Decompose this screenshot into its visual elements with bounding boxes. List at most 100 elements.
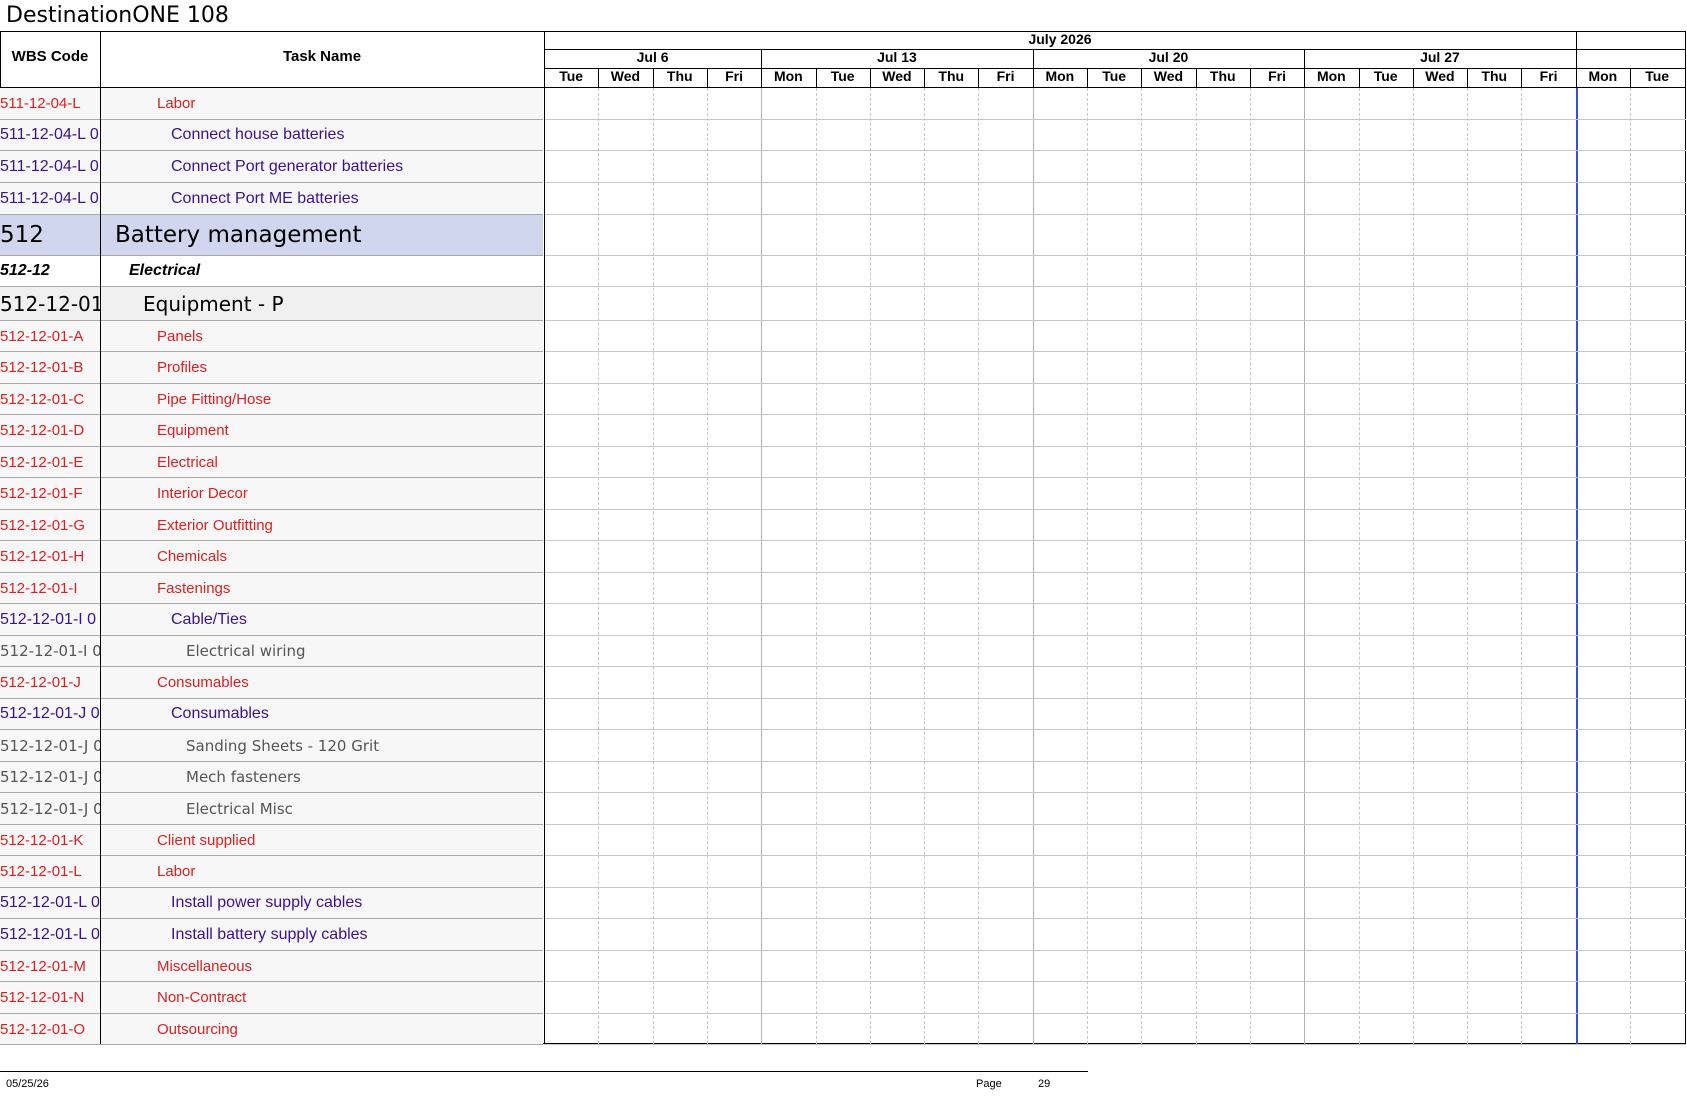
task-row[interactable]: 511-12-04-L 0 Connect Port generator batt…: [0, 151, 543, 183]
week-label: Jul 13: [877, 49, 917, 65]
row-gridline: [544, 414, 1686, 415]
task-row[interactable]: 511-12-04-L Labor: [0, 88, 543, 120]
wbs-code-cell: 512-12-01-J: [0, 674, 81, 691]
row-gridline: [544, 698, 1686, 699]
day-label: Thu: [938, 68, 965, 84]
wbs-code-cell: 512-12-01-J 01: [0, 799, 100, 818]
task-row[interactable]: 512-12-01-I Fastenings: [0, 573, 543, 604]
task-row[interactable]: 512-12-01-J 01 Sanding Sheets - 120 Grit: [0, 730, 543, 762]
day-label: Tue: [1373, 68, 1398, 84]
task-name-cell: Pipe Fitting/Hose: [157, 390, 272, 408]
wbs-code-cell: 511-12-04-L 0: [0, 126, 99, 143]
row-gridline: [544, 119, 1686, 120]
task-name-cell: Equipment: [157, 422, 229, 439]
task-row[interactable]: 512 Battery management: [0, 215, 543, 256]
task-name-cell: Non-Contract: [157, 989, 247, 1006]
day-label: Fri: [725, 68, 743, 84]
day-label: Wed: [1153, 68, 1184, 84]
task-row[interactable]: 512-12-01-C Pipe Fitting/Hose: [0, 384, 543, 415]
task-row[interactable]: 512-12-01-A Panels: [0, 321, 543, 352]
task-name-cell: Panels: [157, 327, 203, 345]
task-row[interactable]: 511-12-04-L 0 Connect Port ME batteries: [0, 183, 543, 215]
row-gridline: [544, 918, 1686, 919]
task-row[interactable]: 512-12-01 Equipment - P: [0, 287, 543, 321]
task-name-cell: Electrical Misc: [186, 799, 293, 818]
task-row[interactable]: 512-12-01-F Interior Decor: [0, 478, 543, 510]
task-name-cell: Install battery supply cables: [171, 925, 368, 943]
wbs-code-cell: 512-12-01-K: [0, 831, 84, 849]
task-row[interactable]: 512-12-01-J 01 Electrical Misc: [0, 793, 543, 825]
week-label: Jul 27: [1420, 49, 1460, 65]
row-gridline: [544, 509, 1686, 510]
task-row[interactable]: 512-12-01-L Labor: [0, 856, 543, 888]
task-row[interactable]: 512-12-01-H Chemicals: [0, 541, 543, 573]
task-row[interactable]: 512-12-01-J Consumables: [0, 667, 543, 699]
task-name-cell: Interior Decor: [157, 485, 248, 502]
task-row[interactable]: 511-12-04-L 0 Connect house batteries: [0, 120, 543, 151]
day-label: Thu: [666, 68, 693, 84]
week-gridline: [761, 88, 763, 1044]
task-name-cell: Electrical wiring: [186, 642, 306, 660]
wbs-code-cell: 512-12: [0, 262, 50, 279]
row-gridline: [544, 729, 1686, 730]
task-name-header[interactable]: Task Name: [101, 48, 543, 65]
row-gridline: [544, 761, 1686, 762]
task-row[interactable]: 512-12-01-E Electrical: [0, 447, 543, 478]
row-gridline: [544, 1013, 1686, 1014]
wbs-code-cell: 512: [0, 222, 44, 248]
task-name-cell: Connect Port ME batteries: [171, 189, 359, 207]
day-label: Fri: [996, 68, 1015, 84]
wbs-code-cell: 512-12-01-L 0: [0, 894, 100, 911]
day-gridline: [1087, 88, 1088, 1044]
row-gridline: [544, 635, 1686, 636]
row-gridline: [544, 824, 1686, 825]
task-row[interactable]: 512-12-01-G Exterior Outfitting: [0, 510, 543, 541]
day-gridline: [1141, 88, 1143, 1044]
wbs-code-cell: 512-12-01-I: [0, 579, 78, 597]
task-row[interactable]: 512-12-01-L 0 Install power supply cables: [0, 888, 543, 919]
task-name-cell: Outsourcing: [157, 1020, 238, 1038]
week-row-line: [544, 68, 1686, 69]
task-row[interactable]: 512-12 Electrical: [0, 256, 543, 287]
row-gridline: [544, 351, 1686, 352]
day-gridline: [1467, 88, 1469, 1044]
task-row[interactable]: 512-12-01-M Miscellaneous: [0, 951, 543, 982]
day-label: Fri: [1539, 68, 1558, 84]
wbs-code-cell: 512-12-01-J 0: [0, 705, 100, 722]
row-gridline: [544, 286, 1686, 287]
day-label: Tue: [1102, 68, 1127, 84]
task-row[interactable]: 512-12-01-I 0 Cable/Ties: [0, 604, 543, 636]
wbs-code-cell: 512-12-01-C: [0, 390, 85, 408]
row-gridline: [544, 150, 1686, 151]
task-row[interactable]: 512-12-01-K Client supplied: [0, 825, 543, 856]
row-gridline: [544, 540, 1686, 541]
task-row[interactable]: 512-12-01-J 01 Mech fasteners: [0, 762, 543, 793]
task-row[interactable]: 512-12-01-N Non-Contract: [0, 982, 543, 1014]
row-gridline: [544, 214, 1686, 215]
day-gridline: [815, 88, 817, 1044]
document-title: DestinationONE 108: [6, 3, 229, 28]
task-name-cell: Consumables: [171, 705, 269, 722]
wbs-code-header[interactable]: WBS Code: [0, 48, 100, 65]
code-column-separator: [100, 31, 101, 1044]
day-label: Fri: [1268, 68, 1286, 84]
footer-divider: [0, 1071, 1088, 1072]
week-label: Jul 20: [1148, 49, 1189, 65]
day-gridline: [1412, 88, 1414, 1044]
day-label: Mon: [1316, 68, 1346, 84]
task-row[interactable]: 512-12-01-J 0 Consumables: [0, 699, 543, 730]
row-gridline: [544, 950, 1686, 951]
task-row[interactable]: 512-12-01-I 01 Electrical wiring: [0, 636, 543, 667]
task-row[interactable]: 512-12-01-D Equipment: [0, 415, 543, 447]
wbs-code-cell: 512-12-01-H: [0, 548, 85, 565]
wbs-code-cell: 512-12-01-B: [0, 359, 84, 376]
day-label: Wed: [1425, 68, 1455, 84]
wbs-code-cell: 512-12-01-F: [0, 485, 83, 502]
table-gantt-separator: [544, 31, 545, 1044]
task-name-cell: Exterior Outfitting: [157, 516, 273, 534]
day-gridline: [1195, 88, 1197, 1044]
task-row[interactable]: 512-12-01-B Profiles: [0, 352, 543, 384]
day-label: Tue: [830, 68, 855, 84]
task-row[interactable]: 512-12-01-O Outsourcing: [0, 1014, 543, 1045]
task-row[interactable]: 512-12-01-L 0 Install battery supply cabl…: [0, 919, 543, 951]
